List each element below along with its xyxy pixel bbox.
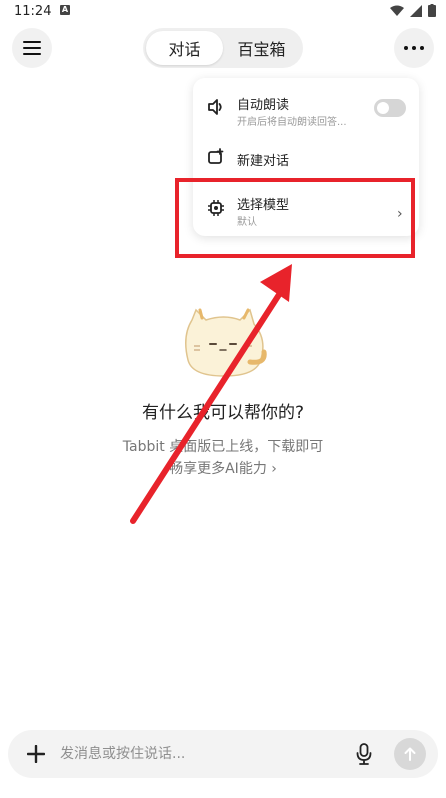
- wifi-icon: [390, 5, 404, 16]
- menu-item-new-chat[interactable]: 新建对话: [193, 136, 419, 178]
- menu-button[interactable]: [12, 28, 52, 68]
- toggle-knob: [377, 102, 389, 114]
- status-time: 11:24: [14, 4, 52, 19]
- attach-button[interactable]: [24, 742, 48, 766]
- microphone-icon: [356, 743, 372, 765]
- status-bar: 11:24 A: [0, 0, 446, 24]
- auto-read-toggle[interactable]: [374, 99, 406, 117]
- more-button[interactable]: [394, 28, 434, 68]
- tab-toolbox[interactable]: 百宝箱: [223, 31, 300, 65]
- highlight-box: [175, 178, 415, 258]
- battery-icon: [428, 4, 436, 17]
- promo-line: Tabbit 桌面版已上线，下载即可: [122, 439, 324, 455]
- signal-icon: [410, 4, 422, 17]
- hamburger-icon: [23, 41, 41, 55]
- send-button[interactable]: [394, 738, 426, 770]
- menu-item-label: 新建对话: [237, 154, 290, 169]
- mode-tabs: 对话 百宝箱: [143, 28, 303, 68]
- more-horizontal-icon: [404, 46, 424, 50]
- menu-item-auto-read[interactable]: 自动朗读 开启后将自动朗读回答...: [193, 78, 419, 136]
- notification-icon: A: [60, 5, 70, 15]
- arrow-up-icon: [404, 747, 416, 761]
- plus-icon: [27, 745, 45, 763]
- speaker-icon: [208, 99, 222, 115]
- menu-item-label: 自动朗读: [237, 98, 290, 113]
- promo-link[interactable]: 畅享更多AI能力 ›: [0, 458, 446, 478]
- voice-button[interactable]: [352, 742, 376, 766]
- menu-item-subtitle: 开启后将自动朗读回答...: [237, 117, 347, 128]
- cat-mascot-icon: [185, 308, 267, 377]
- new-chat-icon: [208, 148, 224, 164]
- message-input[interactable]: [60, 739, 330, 769]
- message-composer: [8, 730, 438, 778]
- tab-chat[interactable]: 对话: [146, 31, 223, 65]
- status-icons: [390, 4, 436, 17]
- welcome-prompt: 有什么我可以帮你的?: [141, 403, 305, 423]
